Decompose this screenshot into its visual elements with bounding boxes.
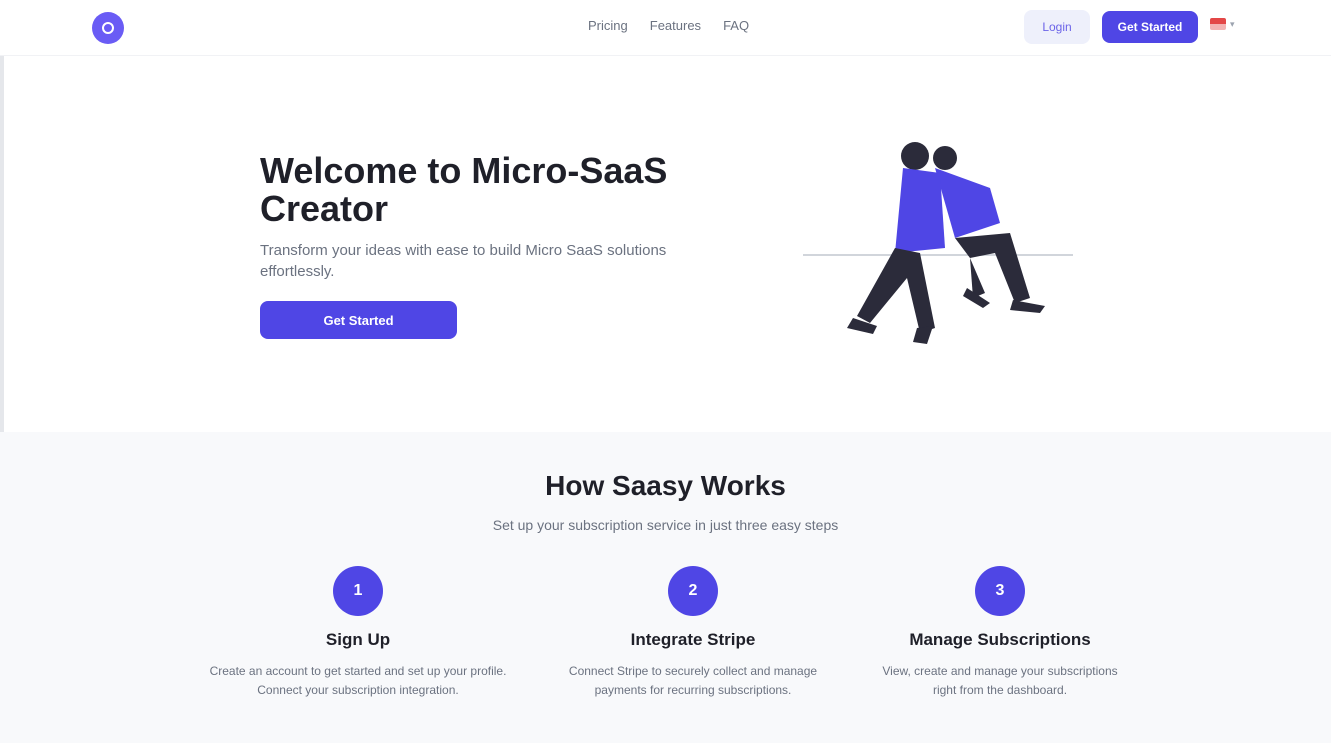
hero-illustration: [803, 142, 1073, 344]
step-number-badge: 1: [333, 566, 383, 616]
logo-icon[interactable]: [92, 12, 124, 44]
how-it-works-title: How Saasy Works: [545, 470, 786, 501]
step-description: Create an account to get started and set…: [209, 664, 507, 697]
nav-link-features[interactable]: Features: [650, 18, 701, 33]
step-title: Sign Up: [325, 630, 391, 649]
get-started-button[interactable]: Get Started: [1102, 11, 1198, 43]
nav-link-faq[interactable]: FAQ: [723, 18, 749, 33]
step-number-badge: 2: [668, 566, 718, 616]
how-it-works-subtitle: Set up your subscription service in just…: [492, 517, 839, 533]
top-nav-bar: Pricing Features FAQ Login Get Started ▾: [0, 0, 1331, 56]
flag-icon: [1210, 18, 1226, 30]
step-number-badge: 3: [975, 566, 1025, 616]
login-button[interactable]: Login: [1024, 10, 1090, 44]
step-description: Connect Stripe to securely collect and m…: [568, 664, 818, 697]
hero-get-started-button[interactable]: Get Started: [260, 301, 457, 339]
step-title: Manage Subscriptions: [909, 630, 1091, 649]
hero-title: Welcome to Micro-SaaS Creator: [260, 150, 668, 229]
hero-subtitle: Transform your ideas with ease to build …: [260, 242, 667, 280]
step-manage-subscriptions: 3 Manage Subscriptions View, create and …: [880, 566, 1120, 700]
step-sign-up: 1 Sign Up Create an account to get start…: [203, 566, 513, 700]
chevron-down-icon: ▾: [1230, 18, 1235, 29]
main-nav: Pricing Features FAQ: [588, 18, 749, 33]
language-selector[interactable]: ▾: [1210, 18, 1235, 30]
step-title: Integrate Stripe: [630, 630, 756, 649]
step-description: View, create and manage your subscriptio…: [882, 664, 1118, 697]
step-integrate-stripe: 2 Integrate Stripe Connect Stripe to sec…: [543, 566, 843, 700]
nav-link-pricing[interactable]: Pricing: [588, 18, 628, 33]
